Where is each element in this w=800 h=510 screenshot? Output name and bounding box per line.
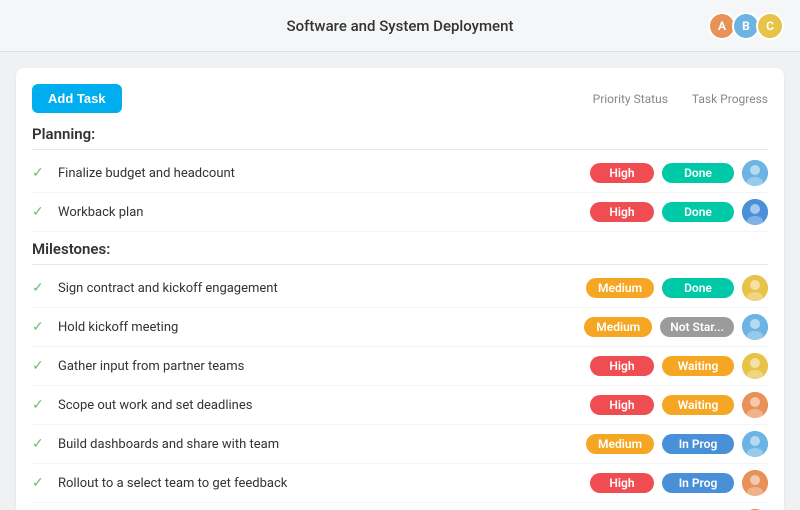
task-row: ✓ Sign contract and kickoff engagement Med… xyxy=(32,269,768,308)
row-avatar xyxy=(742,392,768,418)
row-avatar xyxy=(742,470,768,496)
task-right: High Waiting xyxy=(568,353,768,379)
status-badge: Done xyxy=(662,163,734,183)
status-badge: Waiting xyxy=(662,395,734,415)
task-row: ✓ Rollout to a select team to get feedbac… xyxy=(32,464,768,503)
priority-badge: Medium xyxy=(586,434,654,454)
check-icon: ✓ xyxy=(32,475,50,491)
task-row: ✓ Scope out work and set deadlines High Wai… xyxy=(32,386,768,425)
row-avatar xyxy=(742,275,768,301)
priority-badge: High xyxy=(590,163,654,183)
task-progress-header: Task Progress xyxy=(692,92,768,106)
status-badge: Done xyxy=(662,278,734,298)
status-badge: Done xyxy=(662,202,734,222)
row-avatar xyxy=(742,353,768,379)
row-avatar xyxy=(742,314,768,340)
task-right: High Done xyxy=(568,160,768,186)
task-row: ✓ Workback plan High Done xyxy=(32,193,768,232)
task-name: Workback plan xyxy=(58,205,560,220)
row-avatar xyxy=(742,199,768,225)
task-right: High Waiting xyxy=(568,392,768,418)
priority-badge: High xyxy=(590,202,654,222)
check-icon: ✓ xyxy=(32,319,50,335)
top-avatar-2: C xyxy=(756,12,784,40)
task-right: Medium Done xyxy=(568,275,768,301)
task-row: ✓ Finalize budget and headcount High Done xyxy=(32,154,768,193)
task-right: Medium Not Star... xyxy=(568,314,768,340)
task-row: ✓ Hold kickoff meeting Medium Not Star... xyxy=(32,308,768,347)
top-bar: Software and System Deployment ABC xyxy=(0,0,800,52)
task-row: ✓ Gather input from partner teams High Wait… xyxy=(32,347,768,386)
priority-badge: High xyxy=(590,395,654,415)
status-badge: Not Star... xyxy=(660,317,734,337)
priority-badge: Medium xyxy=(586,278,654,298)
task-name: Sign contract and kickoff engagement xyxy=(58,281,560,296)
section-title-1: Milestones: xyxy=(32,240,768,265)
check-icon: ✓ xyxy=(32,436,50,452)
task-right: Medium In Prog xyxy=(568,431,768,457)
priority-badge: Medium xyxy=(584,317,652,337)
task-right: High In Prog xyxy=(568,470,768,496)
row-avatar xyxy=(742,160,768,186)
status-badge: In Prog xyxy=(662,473,734,493)
task-right: High Done xyxy=(568,199,768,225)
main-content: Add Task Priority Status Task Progress P… xyxy=(0,52,800,510)
status-badge: Waiting xyxy=(662,356,734,376)
section-title-0: Planning: xyxy=(32,125,768,150)
row-avatar xyxy=(742,431,768,457)
task-name: Hold kickoff meeting xyxy=(58,320,560,335)
task-row: ✓Implement feedback based on team feedba… xyxy=(32,503,768,510)
check-icon: ✓ xyxy=(32,358,50,374)
check-icon: ✓ xyxy=(32,165,50,181)
page-title: Software and System Deployment xyxy=(287,17,514,35)
add-task-button[interactable]: Add Task xyxy=(32,84,122,113)
check-icon: ✓ xyxy=(32,280,50,296)
task-name: Scope out work and set deadlines xyxy=(58,398,560,413)
priority-badge: High xyxy=(590,473,654,493)
task-name: Gather input from partner teams xyxy=(58,359,560,374)
check-icon: ✓ xyxy=(32,204,50,220)
check-icon: ✓ xyxy=(32,397,50,413)
priority-badge: High xyxy=(590,356,654,376)
status-badge: In Prog xyxy=(662,434,734,454)
priority-status-header: Priority Status xyxy=(593,92,668,106)
top-bar-avatars: ABC xyxy=(708,12,784,40)
task-name: Finalize budget and headcount xyxy=(58,166,560,181)
card: Add Task Priority Status Task Progress P… xyxy=(16,68,784,510)
task-name: Rollout to a select team to get feedback xyxy=(58,476,560,491)
column-headers: Priority Status Task Progress xyxy=(593,92,768,106)
toolbar: Add Task Priority Status Task Progress xyxy=(32,84,768,113)
task-row: ✓ Build dashboards and share with team Med… xyxy=(32,425,768,464)
task-name: Build dashboards and share with team xyxy=(58,437,560,452)
